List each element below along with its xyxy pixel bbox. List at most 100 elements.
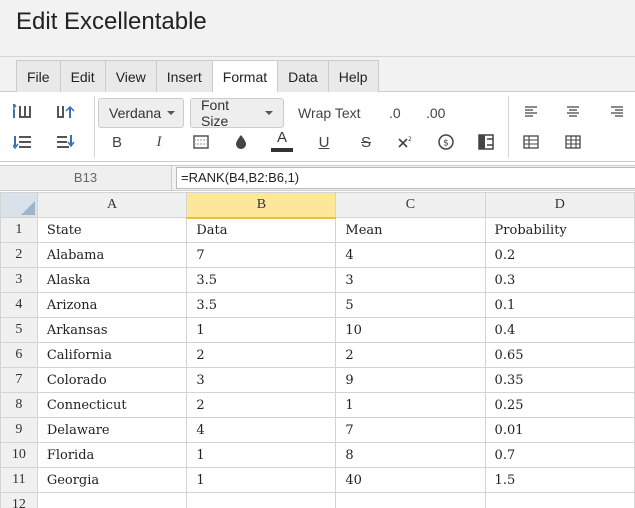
row-header[interactable]: 5	[0, 317, 38, 343]
align-right-icon[interactable]	[606, 102, 628, 122]
cell[interactable]: 0.01	[484, 417, 635, 443]
cell[interactable]: 3.5	[186, 292, 337, 318]
font-family-dropdown[interactable]: Verdana	[98, 98, 184, 128]
italic-button[interactable]: I	[148, 132, 170, 152]
cell[interactable]: 4	[186, 417, 337, 443]
border-icon[interactable]	[190, 132, 212, 152]
row-header[interactable]: 1	[0, 217, 38, 243]
row-header[interactable]: 9	[0, 417, 38, 443]
align-left-icon[interactable]	[520, 102, 542, 122]
row-header[interactable]: 8	[0, 392, 38, 418]
row-header[interactable]: 10	[0, 442, 38, 468]
row-header[interactable]: 7	[0, 367, 38, 393]
column-header-a[interactable]: A	[36, 192, 188, 218]
insert-row-below-icon[interactable]	[12, 132, 34, 152]
cell[interactable]	[335, 492, 486, 508]
table-row: 7 Colorado 3 9 0.35	[0, 367, 635, 393]
align-center-icon[interactable]	[562, 102, 584, 122]
row-header[interactable]: 3	[0, 267, 38, 293]
cell[interactable]: 0.35	[484, 367, 635, 393]
cell[interactable]	[186, 492, 337, 508]
formula-input[interactable]: =RANK(B4,B2:B6,1)	[176, 167, 635, 189]
cell[interactable]: 0.2	[484, 242, 635, 268]
cell[interactable]: Connecticut	[36, 392, 188, 418]
menu-view[interactable]: View	[105, 60, 157, 92]
cell[interactable]: Mean	[335, 217, 486, 243]
font-size-dropdown[interactable]: Font Size	[190, 97, 284, 129]
cell[interactable]: California	[36, 342, 188, 368]
cell[interactable]: Delaware	[36, 417, 188, 443]
underline-button[interactable]: U	[313, 132, 335, 152]
cell[interactable]: 5	[335, 292, 486, 318]
cell[interactable]: 10	[335, 317, 486, 343]
row-header[interactable]: 4	[0, 292, 38, 318]
delete-row-icon[interactable]	[54, 132, 76, 152]
cell[interactable]: State	[36, 217, 188, 243]
cell[interactable]: 1	[186, 442, 337, 468]
cell[interactable]: 3.5	[186, 267, 337, 293]
row-header[interactable]: 11	[0, 467, 38, 493]
cell[interactable]: 0.25	[484, 392, 635, 418]
format-toolbar: Verdana Font Size Wrap Text .0 .00 B I A…	[0, 92, 635, 162]
fill-color-icon[interactable]	[230, 132, 252, 152]
cell[interactable]	[36, 492, 188, 508]
cell-reference-box[interactable]: B13	[0, 166, 172, 190]
cell[interactable]: 0.4	[484, 317, 635, 343]
menu-file[interactable]: File	[17, 60, 61, 92]
merge-cells-icon[interactable]	[475, 132, 497, 152]
menu-insert[interactable]: Insert	[156, 60, 213, 92]
column-header-d[interactable]: D	[484, 192, 635, 218]
superscript-icon[interactable]: 2	[395, 132, 417, 152]
cell[interactable]: 4	[335, 242, 486, 268]
cell[interactable]: 2	[335, 342, 486, 368]
cell[interactable]: Georgia	[36, 467, 188, 493]
row-header[interactable]: 12	[0, 492, 38, 508]
cell[interactable]: Alaska	[36, 267, 188, 293]
cell[interactable]: 7	[335, 417, 486, 443]
select-all-corner[interactable]	[0, 192, 38, 218]
column-header-c[interactable]: C	[335, 192, 486, 218]
bold-button[interactable]: B	[106, 132, 128, 152]
cell[interactable]: 0.7	[484, 442, 635, 468]
grid-icon[interactable]	[562, 132, 584, 152]
decrease-decimal-button[interactable]: .0	[389, 98, 401, 128]
cell[interactable]: 0.65	[484, 342, 635, 368]
table-icon[interactable]	[520, 132, 542, 152]
menu-edit[interactable]: Edit	[60, 60, 106, 92]
row-header[interactable]: 2	[0, 242, 38, 268]
cell[interactable]: Data	[186, 217, 337, 243]
cell[interactable]: 7	[186, 242, 337, 268]
cell[interactable]: 1.5	[484, 467, 635, 493]
wrap-text-button[interactable]: Wrap Text	[298, 98, 361, 128]
cell[interactable]: 1	[186, 467, 337, 493]
cell[interactable]: 1	[335, 392, 486, 418]
insert-row-above-icon[interactable]	[12, 102, 34, 122]
menu-data[interactable]: Data	[278, 60, 329, 92]
cell[interactable]: 40	[335, 467, 486, 493]
font-color-button[interactable]: A	[271, 128, 293, 154]
cell[interactable]: Probability	[484, 217, 635, 243]
row-header[interactable]: 6	[0, 342, 38, 368]
cell[interactable]: Florida	[36, 442, 188, 468]
cell[interactable]: 0.3	[484, 267, 635, 293]
cell[interactable]: 8	[335, 442, 486, 468]
cell[interactable]: 2	[186, 392, 337, 418]
strikethrough-button[interactable]: S	[355, 132, 377, 152]
cell[interactable]: 0.1	[484, 292, 635, 318]
menu-format[interactable]: Format	[212, 60, 279, 94]
cell[interactable]: Colorado	[36, 367, 188, 393]
cell[interactable]: 3	[335, 267, 486, 293]
cell[interactable]: 2	[186, 342, 337, 368]
increase-decimal-button[interactable]: .00	[426, 98, 445, 128]
cell[interactable]	[484, 492, 635, 508]
column-header-b[interactable]: B	[186, 192, 337, 219]
cell[interactable]: 3	[186, 367, 337, 393]
cell[interactable]: Arizona	[36, 292, 188, 318]
cell[interactable]: 1	[186, 317, 337, 343]
cell[interactable]: Arkansas	[36, 317, 188, 343]
cell[interactable]: Alabama	[36, 242, 188, 268]
cell[interactable]: 9	[335, 367, 486, 393]
currency-icon[interactable]: $	[435, 132, 457, 152]
insert-column-icon[interactable]	[54, 102, 76, 122]
menu-help[interactable]: Help	[328, 60, 379, 92]
